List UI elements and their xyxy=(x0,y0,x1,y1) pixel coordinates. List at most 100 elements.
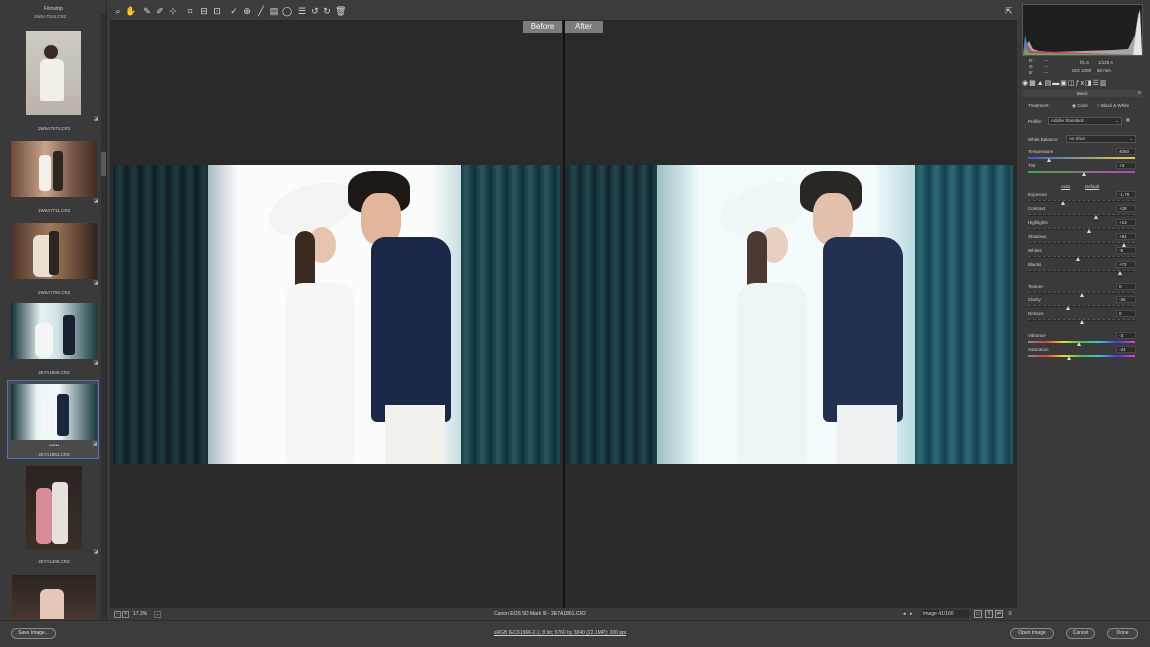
slider-value[interactable]: 0 xyxy=(1116,310,1136,317)
filmstrip-item[interactable]: 1W6A7573.CR2 ◪ xyxy=(8,22,98,131)
filmstrip-item[interactable]: 2E7A1406.CR2 ◪ xyxy=(8,462,98,566)
open-image-button[interactable]: Open Image xyxy=(1010,628,1054,639)
trash-icon[interactable]: 🗑 xyxy=(335,4,346,18)
graduated-filter-icon[interactable]: ▤ xyxy=(269,4,279,18)
slider-track[interactable] xyxy=(1028,305,1135,307)
adjustment-brush-icon[interactable]: ╱ xyxy=(256,4,266,18)
slider-value[interactable]: +72 xyxy=(1116,261,1136,268)
treatment-color-radio[interactable]: ◉ Color xyxy=(1072,103,1088,109)
camera-model: Canon EOS 5D Mark III xyxy=(494,611,547,617)
slider-track[interactable] xyxy=(1028,228,1135,230)
preview-preferences-icon[interactable]: ≡ xyxy=(1006,610,1014,618)
red-eye-icon[interactable]: ⊕ xyxy=(242,4,252,18)
fullscreen-icon[interactable]: ⇱ xyxy=(1004,4,1014,18)
slider-track[interactable] xyxy=(1028,157,1135,159)
straighten-icon[interactable]: ⊟ xyxy=(199,4,209,18)
view-mode-icon[interactable]: ▭ xyxy=(974,610,982,618)
transform-tab-icon[interactable]: ◫ xyxy=(1068,80,1076,87)
slider-track[interactable] xyxy=(1028,242,1135,244)
filmstrip-item[interactable]: 1W6A7760.CR2 ◪ xyxy=(8,220,98,295)
filmstrip-item[interactable] xyxy=(8,572,98,620)
spot-removal-icon[interactable]: ✓ xyxy=(229,4,239,18)
snapshots-icon[interactable]: ▥ xyxy=(1100,80,1108,87)
filmstrip-item[interactable]: 2E7A1849.CR2 ◪ xyxy=(8,300,98,375)
detail-icon[interactable]: ▲ xyxy=(1037,80,1045,87)
before-after-toggle-icon[interactable]: Y xyxy=(985,610,993,618)
thumbnail xyxy=(11,223,97,279)
treatment-bw-radio[interactable]: ○ Black & White xyxy=(1097,103,1129,108)
transform-icon[interactable]: ⊡ xyxy=(212,4,222,18)
cancel-button[interactable]: Cancel xyxy=(1066,628,1095,639)
tone-curve-icon[interactable]: ▦ xyxy=(1029,80,1037,87)
presets-icon[interactable]: ☰ xyxy=(297,4,307,18)
slider-value[interactable]: -1.70 xyxy=(1116,191,1136,198)
zoom-icon[interactable]: ⌕ xyxy=(113,4,123,18)
profile-select[interactable]: Adobe Standard ⌄ xyxy=(1048,117,1122,125)
thumbnail xyxy=(26,31,81,115)
slider-thumb[interactable] xyxy=(1086,229,1091,233)
star-rating[interactable]: • • • • • xyxy=(8,443,100,449)
slider-thumb[interactable] xyxy=(1079,293,1084,297)
lens-icon[interactable]: ▣ xyxy=(1060,80,1068,87)
slider-value[interactable]: -24 xyxy=(1116,346,1136,353)
save-image-button[interactable]: Save Image... xyxy=(11,628,56,639)
slider-value[interactable]: +81 xyxy=(1116,233,1136,240)
color-sampler-icon[interactable]: ✐ xyxy=(155,4,165,18)
edited-badge-icon: ◪ xyxy=(93,198,99,204)
slider-thumb[interactable] xyxy=(1061,201,1066,205)
slider-value[interactable]: 4050 xyxy=(1116,148,1136,155)
filmstrip-scrollbar[interactable] xyxy=(101,14,106,619)
effects-icon[interactable]: ƒx xyxy=(1076,80,1085,87)
slider-value[interactable]: -6 xyxy=(1116,247,1136,254)
slider-track[interactable] xyxy=(1028,214,1135,216)
slider-thumb[interactable] xyxy=(1076,257,1081,261)
slider-value[interactable]: -26 xyxy=(1116,296,1136,303)
slider-value[interactable]: +28 xyxy=(1116,205,1136,212)
zoom-level[interactable]: 17.3% xyxy=(133,611,153,617)
slider-value[interactable]: +13 xyxy=(1116,219,1136,226)
filmstrip-item-selected[interactable]: • • • • • 2E7A1861.CR2 ◪ xyxy=(7,380,99,459)
profile-browser-icon[interactable]: ▦ xyxy=(1126,117,1136,125)
targeted-adjust-icon[interactable]: ⊹ xyxy=(168,4,178,18)
slider-value[interactable]: +3 xyxy=(1116,162,1136,169)
rotate-ccw-icon[interactable]: ↺ xyxy=(310,4,320,18)
slider-track[interactable] xyxy=(1028,200,1135,202)
section-menu-icon[interactable]: ≡ xyxy=(1138,90,1141,96)
prev-image-icon[interactable]: ◂ xyxy=(903,611,906,617)
slider-thumb[interactable] xyxy=(1047,158,1052,162)
r-label: R: xyxy=(1029,58,1034,63)
b-label: B: xyxy=(1029,70,1034,75)
default-button[interactable]: Default xyxy=(1085,184,1099,189)
slider-track[interactable] xyxy=(1028,355,1135,357)
filmstrip-scroll-thumb[interactable] xyxy=(101,152,106,176)
slider-thumb[interactable] xyxy=(1077,342,1082,346)
hand-icon[interactable]: ✋ xyxy=(125,4,136,18)
presets-tab-icon[interactable]: ☰ xyxy=(1093,80,1100,87)
slider-thumb[interactable] xyxy=(1081,172,1086,176)
slider-value[interactable]: -3 xyxy=(1116,332,1136,339)
filmstrip-item[interactable]: 1W6A7711.CR2 ◪ xyxy=(8,138,99,213)
wb-select[interactable]: As Shot ⌄ xyxy=(1066,135,1136,143)
crop-icon[interactable]: ⌗ xyxy=(185,4,195,18)
workflow-options-link[interactable]: sRGB IEC61966-2.1; 8 bit; 5760 by 3840 (… xyxy=(420,630,700,636)
slider-value[interactable]: 0 xyxy=(1116,283,1136,290)
zoom-in-icon[interactable]: + xyxy=(122,611,129,618)
radial-filter-icon[interactable]: ◯ xyxy=(282,4,292,18)
rotate-cw-icon[interactable]: ↻ xyxy=(322,4,332,18)
slider-thumb[interactable] xyxy=(1066,356,1071,360)
slider-thumb[interactable] xyxy=(1118,271,1123,275)
slider-thumb[interactable] xyxy=(1079,320,1084,324)
slider-thumb[interactable] xyxy=(1065,306,1070,310)
auto-button[interactable]: Auto xyxy=(1061,184,1070,189)
zoom-dropdown-icon[interactable]: ⌄ xyxy=(154,611,161,618)
thumbnail xyxy=(11,141,97,197)
zoom-out-icon[interactable]: − xyxy=(114,611,121,618)
swap-settings-icon[interactable]: ⇄ xyxy=(995,610,1003,618)
slider-track[interactable] xyxy=(1028,256,1135,258)
next-image-icon[interactable]: ▸ xyxy=(910,611,913,617)
done-button[interactable]: Done xyxy=(1107,628,1138,639)
white-balance-icon[interactable]: ✎ xyxy=(142,4,152,18)
calibration-icon[interactable]: ◨ xyxy=(1085,80,1093,87)
slider-thumb[interactable] xyxy=(1094,215,1099,219)
slider-track[interactable] xyxy=(1028,341,1135,343)
